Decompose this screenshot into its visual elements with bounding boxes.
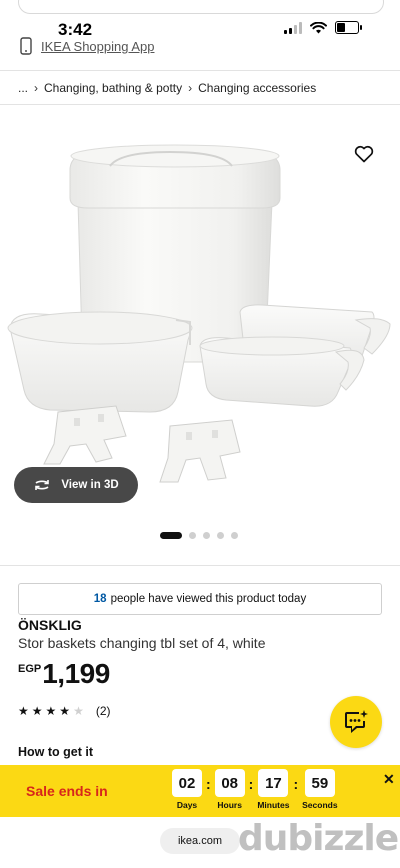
countdown-seconds-value: 59: [304, 769, 335, 797]
chevron-right-icon: ›: [34, 81, 39, 95]
header-divider: [0, 70, 400, 71]
countdown-separator: :: [248, 775, 254, 792]
view-in-3d-button[interactable]: View in 3D: [14, 467, 138, 503]
gallery-pagination: [160, 532, 238, 539]
product-image[interactable]: [0, 140, 400, 500]
gallery-dot[interactable]: [160, 532, 182, 539]
viewed-count: 18: [93, 593, 107, 605]
sale-ends-label: Sale ends in: [26, 783, 108, 799]
countdown-separator: :: [293, 775, 299, 792]
wifi-icon: [310, 21, 327, 33]
chat-sparkle-icon: [345, 710, 368, 733]
breadcrumb-ellipsis[interactable]: ...: [18, 81, 28, 95]
star-icon: ★: [73, 704, 84, 718]
product-description: Stor baskets changing tbl set of 4, whit…: [18, 635, 266, 651]
breadcrumb: ... › Changing, bathing & potty › Changi…: [18, 81, 316, 95]
countdown-seconds-label: Seconds: [302, 800, 338, 810]
app-link[interactable]: IKEA Shopping App: [20, 37, 154, 55]
countdown-timer: 02 Days : 08 Hours : 17 Minutes : 59 Sec…: [172, 769, 338, 810]
review-count[interactable]: (2): [96, 704, 111, 718]
breadcrumb-item-changing-bathing[interactable]: Changing, bathing & potty: [44, 81, 182, 95]
countdown-seconds: 59 Seconds: [302, 769, 338, 810]
status-icons: [284, 21, 362, 34]
view-in-3d-label: View in 3D: [61, 479, 119, 491]
rotate-3d-icon: [35, 480, 50, 490]
app-link-label[interactable]: IKEA Shopping App: [41, 39, 154, 54]
cellular-signal-icon: [284, 21, 302, 34]
breadcrumb-divider: [0, 104, 400, 105]
countdown-hours-label: Hours: [217, 800, 242, 810]
countdown-days-value: 02: [172, 769, 202, 797]
gallery-dot[interactable]: [203, 532, 210, 539]
top-strip: [0, 0, 400, 14]
phone-icon: [20, 37, 32, 55]
price-amount: 1,199: [42, 658, 110, 689]
chat-button[interactable]: [330, 696, 382, 748]
sale-banner: Sale ends in 02 Days : 08 Hours : 17 Min…: [0, 765, 400, 817]
price-currency: EGP: [18, 663, 42, 675]
chevron-right-icon: ›: [188, 81, 193, 95]
countdown-minutes: 17 Minutes: [257, 769, 289, 810]
viewed-notice: 18 people have viewed this product today: [18, 583, 382, 615]
star-icon: ★: [59, 704, 71, 718]
browser-url-bar[interactable]: ikea.com: [160, 828, 240, 854]
star-icon: ★: [45, 704, 57, 718]
battery-icon: [335, 21, 362, 34]
countdown-minutes-value: 17: [258, 769, 289, 797]
star-icon: ★: [18, 704, 29, 718]
gallery-divider: [0, 565, 400, 566]
countdown-days: 02 Days: [172, 769, 202, 810]
top-address-pill[interactable]: [18, 0, 384, 14]
product-price: EGP 1,199: [18, 658, 110, 690]
countdown-hours: 08 Hours: [214, 769, 245, 810]
how-to-get-it-heading[interactable]: How to get it: [18, 745, 93, 759]
gallery-dot[interactable]: [217, 532, 224, 539]
viewed-text: people have viewed this product today: [110, 593, 307, 605]
product-name: ÖNSKLIG: [18, 617, 82, 633]
countdown-hours-value: 08: [214, 769, 245, 797]
heart-icon[interactable]: [354, 145, 374, 163]
dubizzle-watermark: dubizzle: [238, 818, 399, 859]
countdown-minutes-label: Minutes: [257, 800, 290, 810]
gallery-dot[interactable]: [189, 532, 196, 539]
countdown-days-label: Days: [176, 800, 198, 810]
star-icon: ★: [31, 704, 43, 718]
gallery-dot[interactable]: [231, 532, 238, 539]
product-rating[interactable]: ★ ★ ★ ★ ★ (2): [18, 704, 111, 718]
close-banner-icon[interactable]: ✕: [383, 771, 395, 788]
countdown-separator: :: [206, 775, 211, 792]
breadcrumb-item-changing-accessories[interactable]: Changing accessories: [198, 81, 316, 95]
